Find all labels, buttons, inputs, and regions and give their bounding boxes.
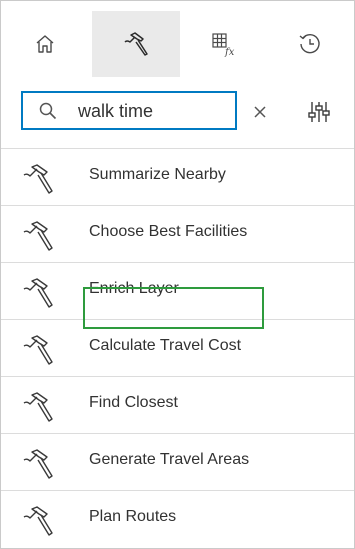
- tool-item-choose-best-facilities[interactable]: Choose Best Facilities: [1, 206, 354, 263]
- filter-sliders-icon: [308, 102, 330, 122]
- tool-label: Choose Best Facilities: [89, 223, 248, 240]
- search-box[interactable]: [21, 91, 237, 130]
- clear-search-button[interactable]: [243, 101, 277, 123]
- tool-label: Plan Routes: [89, 508, 177, 525]
- analysis-panel: fx walk time Summarize Nearby Choose Bes…: [0, 0, 355, 549]
- tool-label: Find Closest: [89, 394, 178, 411]
- tool-label: Calculate Travel Cost: [89, 337, 242, 354]
- tab-home[interactable]: [1, 11, 89, 77]
- tab-history[interactable]: [266, 11, 354, 77]
- hammer-icon: [23, 221, 53, 251]
- tool-item-summarize-nearby[interactable]: Summarize Nearby: [1, 149, 354, 206]
- search-toolbar: [1, 79, 354, 149]
- tab-tools[interactable]: [92, 11, 180, 77]
- hammer-icon: [23, 335, 53, 365]
- tool-item-plan-routes[interactable]: Plan Routes: [1, 491, 354, 547]
- tool-list: Summarize Nearby Choose Best Facilities …: [1, 149, 354, 547]
- hammer-icon: [124, 32, 148, 56]
- hammer-icon: [23, 164, 53, 194]
- hammer-icon: [23, 392, 53, 422]
- tool-item-generate-travel-areas[interactable]: Generate Travel Areas: [1, 434, 354, 491]
- tab-bar: fx: [1, 1, 354, 79]
- svg-text:fx: fx: [224, 47, 235, 57]
- hammer-icon: [23, 449, 53, 479]
- home-icon: [36, 35, 54, 53]
- search-icon: [39, 102, 57, 120]
- tool-label: Summarize Nearby: [89, 166, 226, 183]
- table-function-icon: fx: [212, 33, 235, 57]
- filter-button[interactable]: [304, 97, 334, 127]
- history-icon: [299, 34, 320, 54]
- tool-item-find-closest[interactable]: Find Closest: [1, 377, 354, 434]
- tab-functions[interactable]: fx: [180, 11, 268, 77]
- hammer-icon: [23, 506, 53, 536]
- search-input[interactable]: [78, 98, 218, 124]
- tool-item-enrich-layer[interactable]: Enrich Layer: [1, 263, 354, 320]
- tool-item-calculate-travel-cost[interactable]: Calculate Travel Cost: [1, 320, 354, 377]
- tool-label: Enrich Layer: [89, 280, 179, 297]
- tool-label: Generate Travel Areas: [89, 451, 250, 468]
- close-icon: [254, 106, 266, 118]
- hammer-icon: [23, 278, 53, 308]
